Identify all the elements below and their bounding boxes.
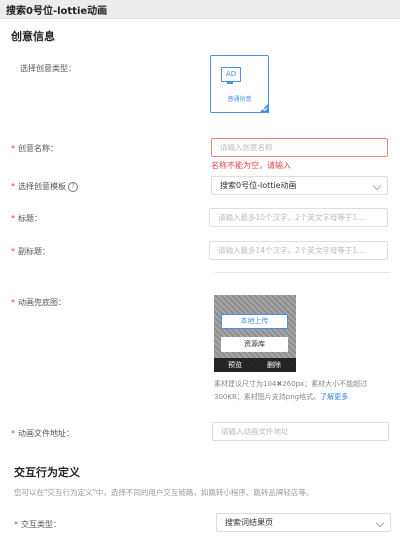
upload-action-bar: 预览 删除 (214, 358, 296, 372)
ad-screen-stand-icon (227, 82, 233, 84)
creative-name-label: * 创意名称： (11, 143, 58, 154)
template-select-value: 搜索0号位-lottie动画 (220, 181, 297, 190)
anim-file-label: * 动画文件地址： (11, 428, 74, 439)
ad-screen-icon: AD (221, 67, 241, 82)
title-input[interactable]: 请输入最多10个汉字，2个英文字母等于1... (209, 208, 388, 227)
required-mark: * (14, 520, 18, 529)
required-mark: * (11, 182, 15, 191)
required-mark: * (11, 214, 15, 223)
template-label-text: 选择创意模板 (18, 182, 66, 191)
preview-button[interactable]: 预览 (228, 358, 242, 372)
template-select[interactable]: 搜索0号位-lottie动画 (211, 176, 388, 195)
chevron-down-icon (372, 181, 382, 191)
creative-type-label: 选择创意类型： (20, 64, 76, 73)
section-title-interaction: 交互行为定义 (14, 466, 80, 479)
required-mark: * (11, 298, 15, 307)
title-label: * 标题： (11, 213, 42, 224)
interaction-description: 您可以在"交互行为定义"中，选择不同的用户交互链路，如跳转小程序、跳转品牌轻店等… (14, 488, 314, 497)
page-title: 搜索0号位-lottie动画 (6, 6, 108, 17)
required-mark: * (11, 429, 15, 438)
material-hint-line1: 素材建议尺寸为104✖260px；素材大小不能超过 (214, 380, 368, 388)
anim-file-label-text: 动画文件地址： (18, 429, 74, 438)
template-label: * 选择创意模板? (11, 181, 78, 192)
help-icon[interactable]: ? (68, 181, 78, 192)
interaction-type-label-text: 交互类型： (21, 520, 61, 529)
interaction-type-select[interactable]: 搜索词结果页 (216, 513, 391, 532)
creative-name-error: 名称不能为空，请输入 (211, 161, 291, 170)
required-mark: * (11, 247, 15, 256)
creative-name-input[interactable]: 请输入创意名称 (211, 138, 388, 157)
creative-type-caption: 普通创意 (227, 96, 252, 103)
divider (215, 272, 390, 273)
cover-image-label: * 动画兜底图： (11, 297, 66, 308)
creative-name-label-text: 创意名称： (18, 144, 58, 153)
anim-file-input[interactable]: 请输入动画文件地址 (212, 422, 389, 441)
delete-button[interactable]: 删除 (267, 358, 281, 372)
interaction-type-select-value: 搜索词结果页 (225, 518, 273, 527)
interaction-type-label: * 交互类型： (14, 519, 61, 530)
cover-image-uploader: 本地上传 资源库 预览 删除 (214, 295, 296, 372)
subtitle-input[interactable]: 请输入最多14个汉字，2个英文字母等于1... (209, 241, 388, 260)
section-title-creative-info: 创意信息 (11, 30, 55, 43)
subtitle-label: * 副标题： (11, 246, 50, 257)
required-mark: * (11, 144, 15, 153)
cover-image-label-text: 动画兜底图： (18, 298, 66, 307)
resource-library-button[interactable]: 资源库 (221, 337, 288, 352)
subtitle-label-text: 副标题： (18, 247, 50, 256)
material-hint-line2-text: 300KB；素材图片支持png格式。 (214, 393, 321, 401)
creative-type-card-normal[interactable]: AD 普通创意 (210, 55, 269, 113)
local-upload-button[interactable]: 本地上传 (221, 314, 288, 329)
material-hint-line2: 300KB；素材图片支持png格式。了解更多 (214, 392, 348, 402)
chevron-down-icon (375, 518, 385, 528)
top-bar: 搜索0号位-lottie动画 (0, 0, 400, 19)
learn-more-link[interactable]: 了解更多 (320, 393, 348, 401)
title-label-text: 标题： (18, 214, 42, 223)
